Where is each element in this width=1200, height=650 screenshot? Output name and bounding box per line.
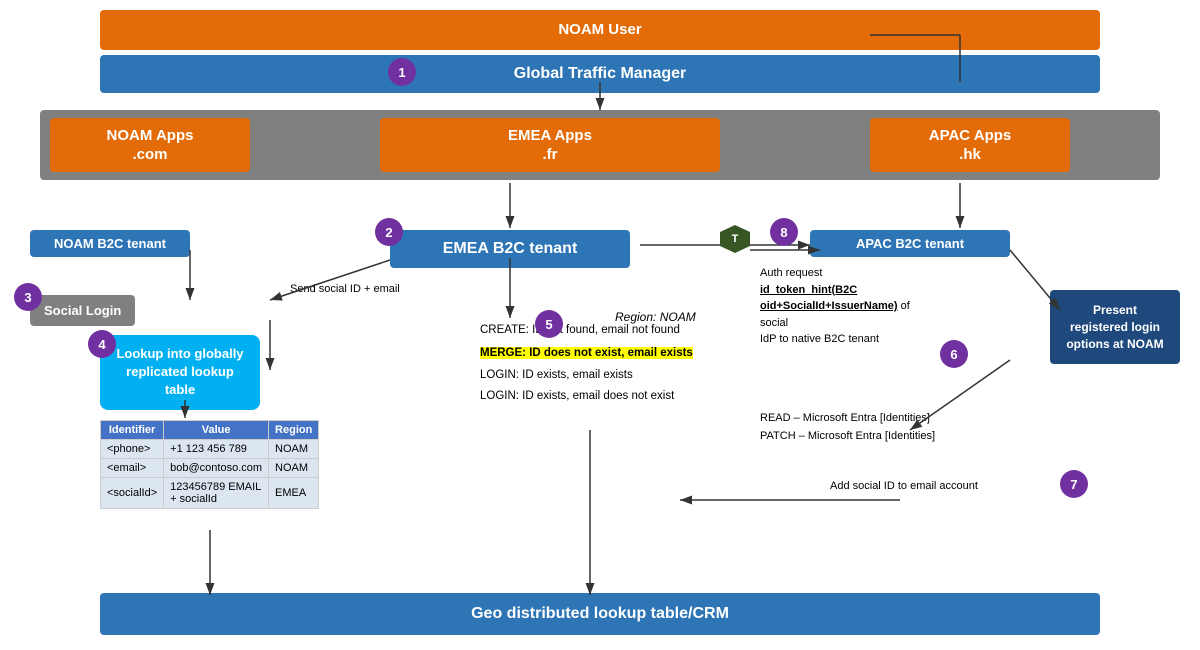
app-noam-label: NOAM Apps .com — [107, 126, 194, 165]
create-msg: CREATE: ID not found, email not found — [480, 320, 693, 341]
lookup-box: Lookup into globally replicated lookup t… — [100, 335, 260, 410]
diagram: NOAM User Global Traffic Manager 1 NOAM … — [0, 0, 1200, 650]
geo-box-label: Geo distributed lookup table/CRM — [471, 605, 729, 622]
login1-msg: LOGIN: ID exists, email exists — [480, 365, 693, 386]
badge-1: 1 — [388, 58, 416, 86]
geo-box: Geo distributed lookup table/CRM — [100, 593, 1100, 635]
table-header-id: Identifier — [101, 421, 164, 440]
app-apac-label: APAC Apps .hk — [929, 126, 1012, 165]
present-registered-box: Present registered login options at NOAM — [1050, 290, 1180, 364]
lookup-box-label: Lookup into globally replicated lookup t… — [116, 346, 243, 397]
emea-tenant-label: EMEA B2C tenant — [443, 240, 578, 257]
app-emea: EMEA Apps .fr — [380, 118, 720, 172]
badge-8: 8 — [770, 218, 798, 246]
badge-6: 6 — [940, 340, 968, 368]
apac-tenant-label: APAC B2C tenant — [856, 236, 964, 251]
table-header-value: Value — [164, 421, 269, 440]
emea-tenant-box: EMEA B2C tenant — [390, 230, 630, 268]
noam-tenant-label: NOAM B2C tenant — [54, 236, 166, 251]
app-apac: APAC Apps .hk — [870, 118, 1070, 172]
read-patch-text: READ – Microsoft Entra [Identities] PATC… — [760, 410, 935, 445]
table-row: <socialId> 123456789 EMAIL + socialId EM… — [101, 478, 319, 509]
present-box-label: Present registered login options at NOAM — [1066, 303, 1163, 351]
merge-msg: MERGE: ID does not exist, email exists — [480, 343, 693, 364]
social-login-box: Social Login — [30, 295, 135, 326]
social-login-label: Social Login — [44, 303, 121, 318]
badge-2: 2 — [375, 218, 403, 246]
gtm-box: Global Traffic Manager — [100, 55, 1100, 93]
table-header-region: Region — [269, 421, 319, 440]
badge-7: 7 — [1060, 470, 1088, 498]
login2-msg: LOGIN: ID exists, email does not exist — [480, 386, 693, 407]
app-emea-label: EMEA Apps .fr — [508, 126, 592, 165]
badge-4: 4 — [88, 330, 116, 358]
add-social-text: Add social ID to email account — [830, 480, 978, 492]
badge-3: 3 — [14, 283, 42, 311]
table-row: <email> bob@contoso.com NOAM — [101, 459, 319, 478]
badge-5: 5 — [535, 310, 563, 338]
table-row: <phone> +1 123 456 789 NOAM — [101, 440, 319, 459]
apac-tenant-box: APAC B2C tenant — [810, 230, 1010, 257]
app-noam: NOAM Apps .com — [50, 118, 250, 172]
noam-user-label: NOAM User — [558, 20, 641, 40]
noam-user-box: NOAM User — [100, 10, 1100, 50]
apac-auth-text: Auth request id_token_hint(B2Coid+Social… — [760, 265, 920, 348]
noam-tenant-box: NOAM B2C tenant — [30, 230, 190, 257]
send-social-id-label: Send social ID + email — [290, 283, 400, 295]
gtm-label: Global Traffic Manager — [514, 65, 686, 82]
emea-messages: CREATE: ID not found, email not found ME… — [480, 320, 693, 407]
lookup-table: Identifier Value Region <phone> +1 123 4… — [100, 420, 319, 509]
token-badge: T — [720, 225, 750, 253]
